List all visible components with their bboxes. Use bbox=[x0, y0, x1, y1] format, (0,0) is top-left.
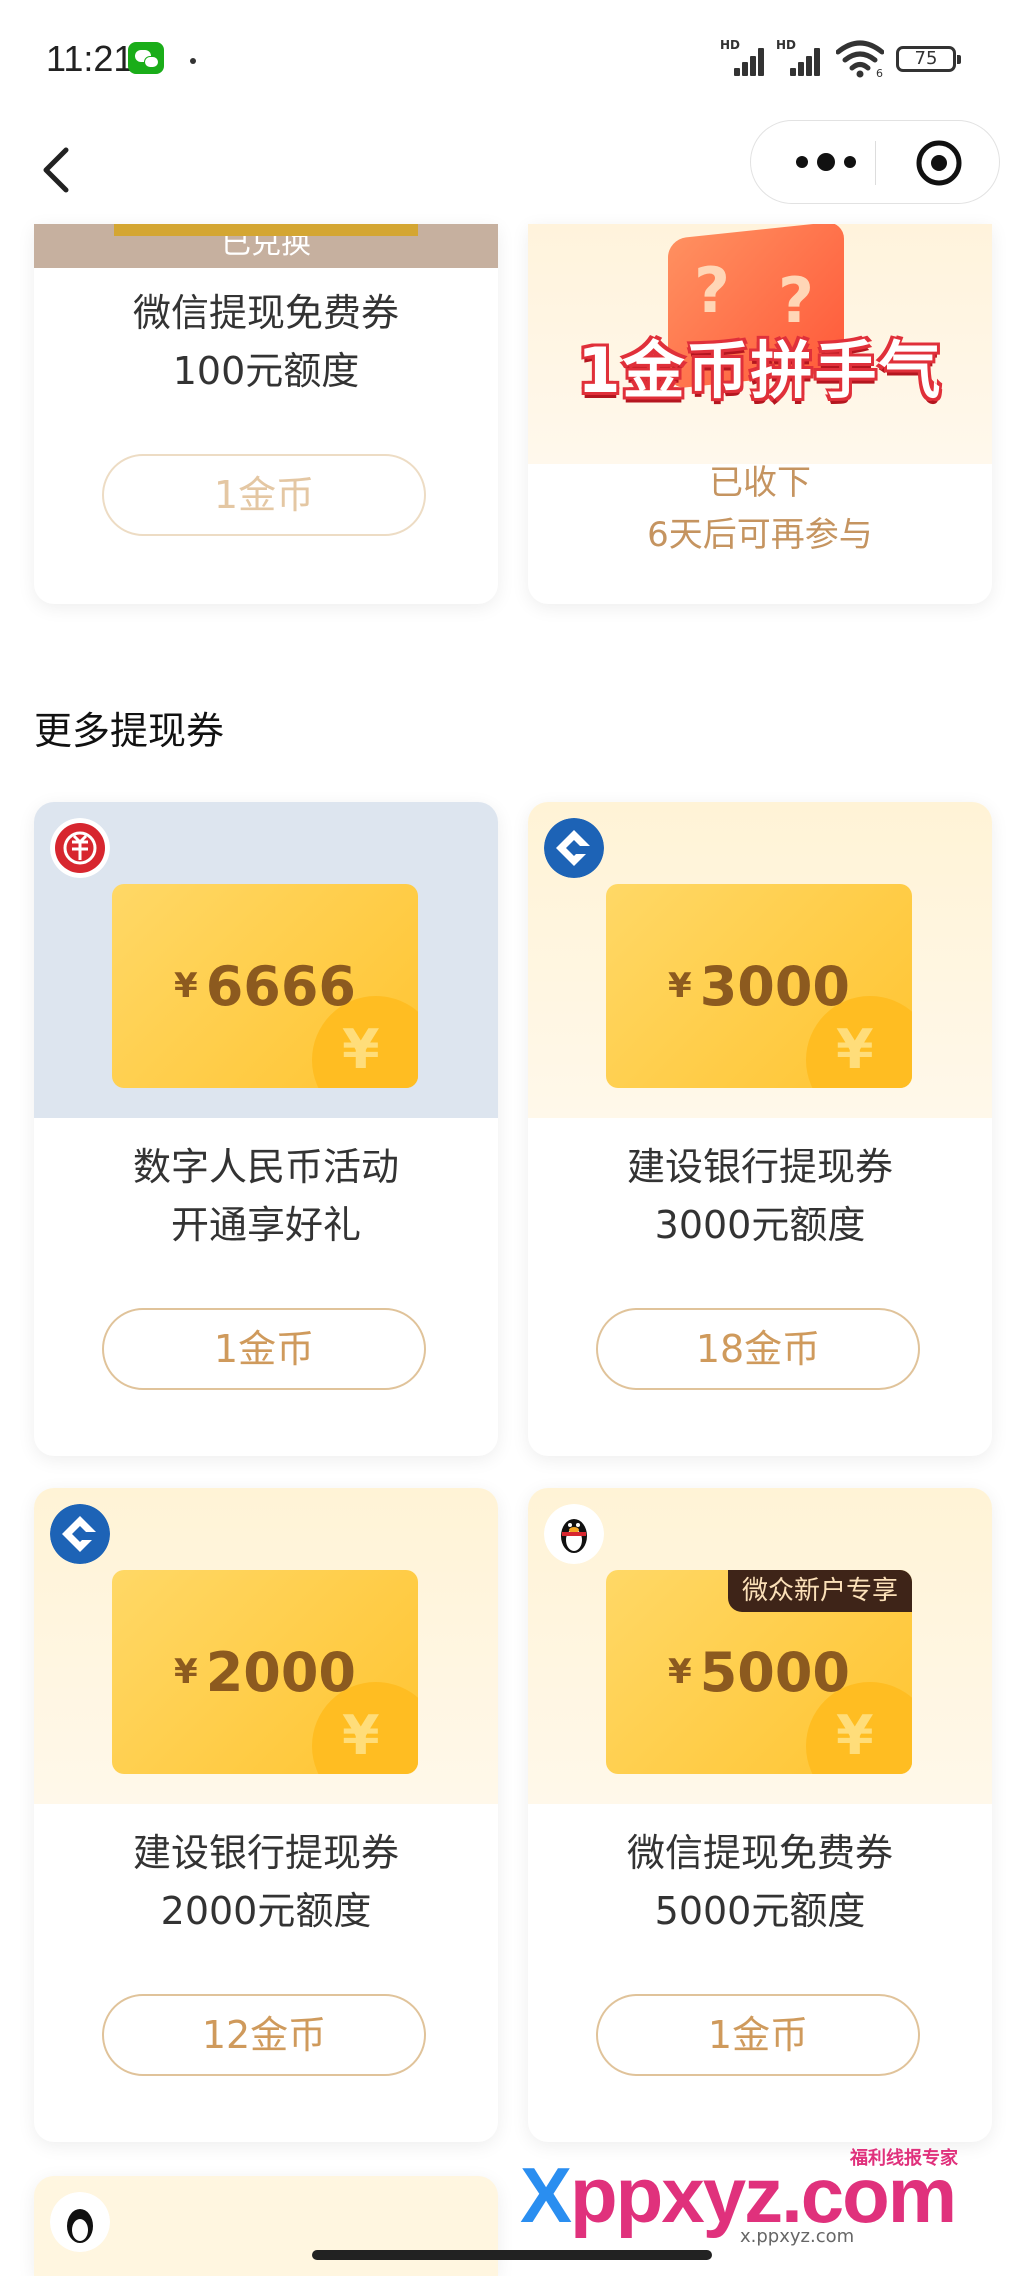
section-title: 更多提现券 bbox=[34, 709, 225, 753]
webank-penguin-logo-icon bbox=[50, 2192, 110, 2252]
voucher-card-ccb-3000[interactable]: ¥ ¥3000 建设银行提现券 3000元额度 18金币 bbox=[528, 802, 992, 1456]
wechat-notification-icon bbox=[128, 42, 164, 74]
lucky-status-line1: 已收下 bbox=[709, 463, 811, 503]
voucher-card-header: ¥ ¥3000 bbox=[528, 802, 992, 1118]
redeem-button[interactable]: 18金币 bbox=[596, 1308, 920, 1390]
redeem-button[interactable]: 1金币 bbox=[102, 1308, 426, 1390]
voucher-amount: 5000 bbox=[699, 1640, 850, 1704]
webank-penguin-logo-icon bbox=[544, 1504, 604, 1564]
watermark-main: Xppxyz.com bbox=[520, 2151, 957, 2239]
home-indicator[interactable] bbox=[312, 2250, 712, 2260]
more-dots-icon[interactable] bbox=[791, 151, 861, 173]
voucher-card-partial bbox=[34, 2176, 498, 2276]
card-wechat-100: 已兑换 微信提现免费券 100元额度 1金币 bbox=[34, 224, 498, 604]
ccb-logo-icon bbox=[544, 818, 604, 878]
card-title-line2: 100元额度 bbox=[172, 349, 360, 393]
back-chevron-icon[interactable] bbox=[30, 140, 90, 200]
voucher-card-ccb-2000[interactable]: ¥ ¥2000 建设银行提现券 2000元额度 12金币 bbox=[34, 1488, 498, 2142]
ccb-logo-icon bbox=[50, 1504, 110, 1564]
more-notifications-dot-icon bbox=[190, 58, 196, 64]
signal-icon: HD bbox=[720, 38, 766, 76]
wifi-badge: 6 bbox=[876, 67, 883, 78]
redeem-button[interactable]: 12金币 bbox=[102, 1994, 426, 2076]
voucher-title-line2: 3000元额度 bbox=[654, 1203, 866, 1247]
voucher-amount: 6666 bbox=[205, 954, 356, 1018]
watermark: 福利线报专家 Xppxyz.com x.ppxyz.com bbox=[520, 2148, 1020, 2247]
watermark-bottom-text: x.ppxyz.com bbox=[740, 2226, 855, 2247]
voucher-title-line1: 建设银行提现券 bbox=[132, 1831, 399, 1875]
wifi-icon: 6 bbox=[836, 40, 884, 78]
signal-icon-2: HD bbox=[776, 38, 822, 76]
digital-rmb-logo-icon bbox=[50, 818, 110, 878]
lucky-status-line2: 6天后可再参与 bbox=[647, 515, 873, 555]
voucher-card-header: ¥ ¥2000 bbox=[34, 1488, 498, 1804]
voucher-title-line2: 5000元额度 bbox=[654, 1889, 866, 1933]
voucher-card-header: ¥ ¥6666 bbox=[34, 802, 498, 1118]
lucky-draw-banner: ? ? 1金币拼手气 bbox=[528, 224, 992, 464]
voucher-title-line1: 建设银行提现券 bbox=[626, 1145, 893, 1189]
status-time: 11:21 bbox=[46, 38, 134, 79]
nav-bar bbox=[0, 120, 1024, 220]
card-lucky-draw: ? ? 1金币拼手气 已收下 6天后可再参与 bbox=[528, 224, 992, 604]
signal-hd-label: HD bbox=[720, 38, 741, 52]
voucher-card-wechat-5000[interactable]: ¥ ¥5000 微众新户专享 微信提现免费券 5000元额度 1金币 bbox=[528, 1488, 992, 2142]
lucky-draw-title: 1金币拼手气 bbox=[577, 334, 943, 407]
status-bar: 11:21 HD HD 6 75 bbox=[0, 0, 1024, 120]
new-user-badge: 微众新户专享 bbox=[727, 1570, 912, 1612]
voucher-ticket: ¥ ¥2000 bbox=[112, 1570, 418, 1774]
voucher-amount: 2000 bbox=[205, 1640, 356, 1704]
target-close-icon[interactable] bbox=[915, 139, 963, 187]
signal-hd-label-2: HD bbox=[776, 38, 797, 52]
redeem-button[interactable]: 1金币 bbox=[596, 1994, 920, 2076]
voucher-title-line1: 微信提现免费券 bbox=[626, 1831, 893, 1875]
voucher-ticket: ¥ ¥6666 bbox=[112, 884, 418, 1088]
card-title-line1: 微信提现免费券 bbox=[132, 291, 399, 335]
voucher-ticket: ¥ ¥5000 微众新户专享 bbox=[606, 1570, 912, 1774]
voucher-card-header: ¥ ¥5000 微众新户专享 bbox=[528, 1488, 992, 1804]
voucher-title-line2: 2000元额度 bbox=[160, 1889, 372, 1933]
voucher-card-digital-rmb[interactable]: ¥ ¥6666 数字人民币活动 开通享好礼 1金币 bbox=[34, 802, 498, 1456]
battery-icon: 75 bbox=[896, 46, 961, 72]
voucher-amount: 3000 bbox=[699, 954, 850, 1018]
voucher-ticket: ¥ ¥3000 bbox=[606, 884, 912, 1088]
capsule-divider bbox=[875, 141, 876, 185]
mini-program-capsule bbox=[750, 120, 1000, 204]
voucher-title-line2: 开通享好礼 bbox=[170, 1203, 361, 1247]
redeem-button[interactable]: 1金币 bbox=[102, 454, 426, 536]
voucher-title-line1: 数字人民币活动 bbox=[132, 1145, 399, 1189]
redeemed-banner: 已兑换 bbox=[34, 224, 498, 268]
